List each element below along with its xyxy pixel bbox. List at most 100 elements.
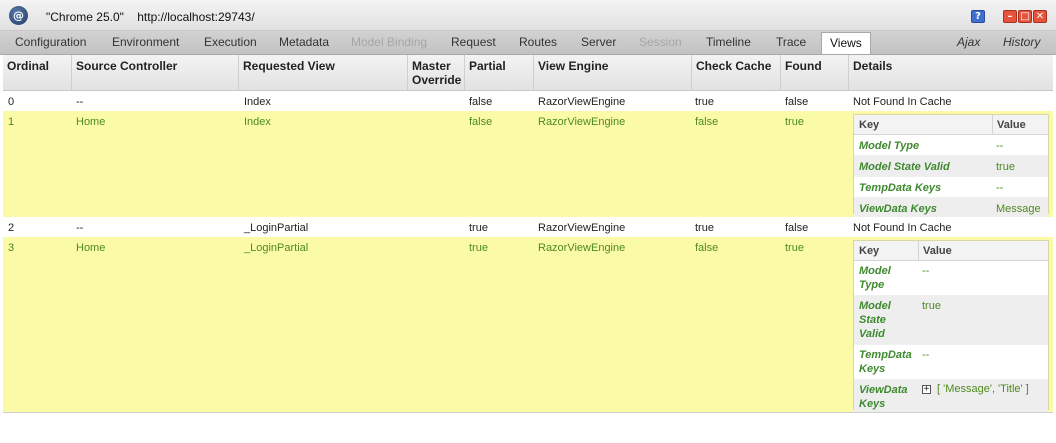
cell-partial: true	[469, 222, 488, 234]
cell-source-controller: --	[76, 222, 84, 234]
expand-plus-icon[interactable]: +	[922, 384, 931, 394]
tab-routes[interactable]: Routes	[519, 35, 557, 49]
table-row: 2 -- _LoginPartial true RazorViewEngine …	[3, 217, 1053, 237]
details-value: --	[996, 140, 1004, 152]
details-table: Key Value Model Type -- Model State Vali…	[853, 240, 1049, 413]
details-row: Model State Valid true	[854, 296, 1048, 345]
table-row: 0 -- Index false RazorViewEngine true fa…	[3, 91, 1053, 111]
tab-metadata[interactable]: Metadata	[279, 35, 329, 49]
request-url: http://localhost:29743/	[137, 10, 255, 24]
details-value: true	[996, 161, 1015, 173]
details-header: Key Value	[854, 115, 1048, 135]
cell-ordinal: 2	[8, 222, 15, 234]
table-row: 1 Home Index false RazorViewEngine false…	[3, 111, 1053, 217]
window-title: "Chrome 25.0" http://localhost:29743/	[46, 10, 255, 24]
details-row: Model Type --	[854, 135, 1048, 156]
cell-ordinal: 3	[8, 242, 15, 254]
details-value: --	[922, 265, 930, 277]
details-key: TempData Keys	[859, 182, 942, 194]
help-button[interactable]: ?	[971, 10, 985, 23]
table-header: Ordinal Source Controller Requested View…	[3, 55, 1053, 91]
details-value: --	[996, 182, 1004, 194]
cell-source-controller: Home	[76, 242, 106, 254]
details-key: Model Type	[859, 265, 891, 291]
title-bar: @ "Chrome 25.0" http://localhost:29743/ …	[0, 0, 1056, 31]
cell-requested-view: _LoginPartial	[244, 222, 309, 234]
column-header-check-cache[interactable]: Check Cache	[692, 55, 781, 90]
cell-partial: false	[469, 116, 493, 128]
cell-view-engine: RazorViewEngine	[538, 96, 626, 108]
details-key: ViewData Keys	[859, 203, 937, 215]
cell-view-engine: RazorViewEngine	[538, 222, 626, 234]
details-value: true	[922, 300, 941, 312]
cell-details: Not Found In Cache	[853, 222, 952, 234]
tab-ajax[interactable]: Ajax	[957, 35, 980, 49]
tab-views[interactable]: Views	[821, 32, 871, 54]
cell-source-controller: --	[76, 96, 84, 108]
cell-found: false	[785, 96, 809, 108]
details-table: Key Value Model Type -- Model State Vali…	[853, 114, 1049, 217]
details-value: Message	[996, 203, 1041, 215]
column-header-view-engine[interactable]: View Engine	[534, 55, 692, 90]
details-key: ViewData Keys	[859, 384, 908, 410]
details-key: Model State Valid	[859, 300, 891, 340]
details-row: ViewData Keys Message	[854, 198, 1048, 217]
tab-timeline[interactable]: Timeline	[706, 35, 751, 49]
details-key: TempData Keys	[859, 349, 912, 375]
tab-model-binding[interactable]: Model Binding	[351, 35, 427, 49]
cell-details: Not Found In Cache	[853, 96, 952, 108]
cell-requested-view: Index	[244, 116, 271, 128]
details-row: TempData Keys --	[854, 345, 1048, 380]
details-key: Model Type	[859, 140, 920, 152]
tab-request[interactable]: Request	[451, 35, 496, 49]
details-value: --	[922, 349, 930, 361]
cell-found: true	[785, 116, 804, 128]
browser-name: "Chrome 25.0"	[46, 10, 124, 24]
tab-session[interactable]: Session	[639, 35, 682, 49]
column-header-ordinal[interactable]: Ordinal	[3, 55, 72, 90]
table-row: 3 Home _LoginPartial true RazorViewEngin…	[3, 237, 1053, 413]
details-value-header: Value	[923, 245, 952, 257]
minimize-button[interactable]: –	[1003, 10, 1017, 23]
close-button[interactable]: ✕	[1033, 10, 1047, 23]
cell-found: false	[785, 222, 809, 234]
tab-environment[interactable]: Environment	[112, 35, 179, 49]
tab-configuration[interactable]: Configuration	[15, 35, 86, 49]
details-row: TempData Keys --	[854, 177, 1048, 198]
tab-server[interactable]: Server	[581, 35, 616, 49]
cell-check-cache: false	[695, 116, 719, 128]
column-header-details[interactable]: Details	[849, 55, 1053, 90]
details-value: [ 'Message', 'Title' ]	[937, 383, 1029, 395]
cell-ordinal: 1	[8, 116, 15, 128]
cell-check-cache: true	[695, 222, 714, 234]
details-value-header: Value	[997, 119, 1026, 131]
cell-partial: true	[469, 242, 488, 254]
details-key-header: Key	[859, 245, 880, 257]
tab-trace[interactable]: Trace	[776, 35, 806, 49]
cell-view-engine: RazorViewEngine	[538, 116, 626, 128]
details-key-header: Key	[859, 119, 880, 131]
cell-view-engine: RazorViewEngine	[538, 242, 626, 254]
cell-requested-view: _LoginPartial	[244, 242, 309, 254]
details-row: Model State Valid true	[854, 156, 1048, 177]
column-header-partial[interactable]: Partial	[465, 55, 534, 90]
glimpse-logo-icon: @	[9, 6, 28, 25]
cell-check-cache: false	[695, 242, 719, 254]
tab-history[interactable]: History	[1003, 35, 1040, 49]
cell-check-cache: true	[695, 96, 714, 108]
details-row: Model Type --	[854, 261, 1048, 296]
column-header-found[interactable]: Found	[781, 55, 849, 90]
maximize-button[interactable]: □	[1018, 10, 1032, 23]
column-header-master-override[interactable]: Master Override	[408, 55, 465, 90]
details-row: ViewData Keys + [ 'Message', 'Title' ]	[854, 380, 1048, 413]
cell-source-controller: Home	[76, 116, 106, 128]
cell-ordinal: 0	[8, 96, 15, 108]
cell-found: true	[785, 242, 804, 254]
column-header-source-controller[interactable]: Source Controller	[72, 55, 239, 90]
details-key: Model State Valid	[859, 161, 950, 173]
column-header-requested-view[interactable]: Requested View	[239, 55, 408, 90]
cell-requested-view: Index	[244, 96, 271, 108]
table-bottom-border	[3, 412, 1053, 413]
tab-execution[interactable]: Execution	[204, 35, 257, 49]
details-header: Key Value	[854, 241, 1048, 261]
